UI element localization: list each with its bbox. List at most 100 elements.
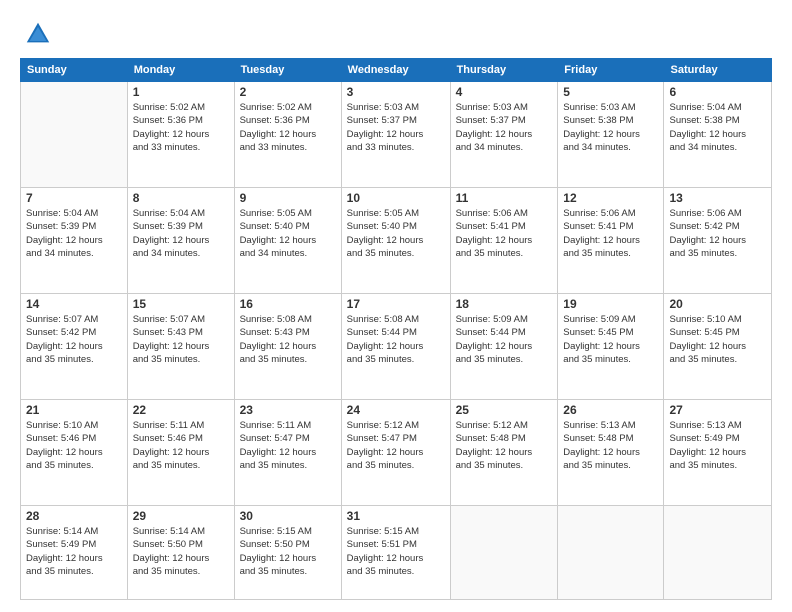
calendar-cell: 22Sunrise: 5:11 AM Sunset: 5:46 PM Dayli… [127, 400, 234, 506]
day-number: 17 [347, 297, 445, 311]
calendar-cell: 29 Sunrise: 5:14 AM Sunset: 5:50 PM Dayli… [127, 506, 234, 600]
day-number: 25 [456, 403, 553, 417]
header-thursday: Thursday [450, 59, 558, 82]
logo-icon [24, 20, 52, 48]
day-number: 14 [26, 297, 122, 311]
day-number: 1 [133, 85, 229, 99]
header [20, 16, 772, 48]
day-number: 28 [26, 509, 122, 523]
calendar-cell: 26 Sunrise: 5:13 AM Sunset: 5:48 PM Dayli… [558, 400, 664, 506]
calendar-cell: 10 Sunrise: 5:05 AM Sunset: 5:40 PM Dayli… [341, 188, 450, 294]
calendar-cell: 11 Sunrise: 5:06 AM Sunset: 5:41 PM Dayli… [450, 188, 558, 294]
calendar-cell: 12 Sunrise: 5:06 AM Sunset: 5:41 PM Dayli… [558, 188, 664, 294]
day-number: 10 [347, 191, 445, 205]
day-number: 6 [669, 85, 766, 99]
day-info: Sunrise: 5:09 AM Sunset: 5:44 PM Dayligh… [456, 313, 553, 366]
day-number: 5 [563, 85, 658, 99]
day-info: Sunrise: 5:14 AM Sunset: 5:50 PM Dayligh… [133, 525, 229, 578]
day-info: Sunrise: 5:02 AM Sunset: 5:36 PM Dayligh… [240, 101, 336, 154]
day-number: 29 [133, 509, 229, 523]
day-number: 21 [26, 403, 122, 417]
calendar-cell: 30Sunrise: 5:15 AM Sunset: 5:50 PM Dayli… [234, 506, 341, 600]
day-info: Sunrise: 5:07 AM Sunset: 5:42 PM Dayligh… [26, 313, 122, 366]
day-number: 3 [347, 85, 445, 99]
day-number: 15 [133, 297, 229, 311]
calendar-cell: 17 Sunrise: 5:08 AM Sunset: 5:44 PM Dayli… [341, 294, 450, 400]
header-friday: Friday [558, 59, 664, 82]
calendar-cell: 7 Sunrise: 5:04 AM Sunset: 5:39 PM Daylig… [21, 188, 128, 294]
logo [20, 20, 52, 48]
day-info: Sunrise: 5:13 AM Sunset: 5:49 PM Dayligh… [669, 419, 766, 472]
day-info: Sunrise: 5:10 AM Sunset: 5:45 PM Dayligh… [669, 313, 766, 366]
calendar-cell [664, 506, 772, 600]
day-info: Sunrise: 5:05 AM Sunset: 5:40 PM Dayligh… [240, 207, 336, 260]
calendar-cell [450, 506, 558, 600]
day-info: Sunrise: 5:04 AM Sunset: 5:39 PM Dayligh… [26, 207, 122, 260]
day-info: Sunrise: 5:02 AM Sunset: 5:36 PM Dayligh… [133, 101, 229, 154]
calendar-cell: 3 Sunrise: 5:03 AM Sunset: 5:37 PM Daylig… [341, 82, 450, 188]
day-info: Sunrise: 5:06 AM Sunset: 5:41 PM Dayligh… [456, 207, 553, 260]
day-number: 24 [347, 403, 445, 417]
calendar-header-row: SundayMondayTuesdayWednesdayThursdayFrid… [21, 59, 772, 82]
calendar-cell [558, 506, 664, 600]
day-number: 4 [456, 85, 553, 99]
calendar-cell: 21 Sunrise: 5:10 AM Sunset: 5:46 PM Dayli… [21, 400, 128, 506]
calendar-cell: 23Sunrise: 5:11 AM Sunset: 5:47 PM Dayli… [234, 400, 341, 506]
calendar-cell: 28 Sunrise: 5:14 AM Sunset: 5:49 PM Dayli… [21, 506, 128, 600]
calendar-cell: 4 Sunrise: 5:03 AM Sunset: 5:37 PM Daylig… [450, 82, 558, 188]
day-number: 11 [456, 191, 553, 205]
calendar-table: SundayMondayTuesdayWednesdayThursdayFrid… [20, 58, 772, 600]
calendar-cell: 13Sunrise: 5:06 AM Sunset: 5:42 PM Dayli… [664, 188, 772, 294]
day-info: Sunrise: 5:15 AM Sunset: 5:51 PM Dayligh… [347, 525, 445, 578]
day-number: 19 [563, 297, 658, 311]
day-info: Sunrise: 5:07 AM Sunset: 5:43 PM Dayligh… [133, 313, 229, 366]
day-number: 2 [240, 85, 336, 99]
day-info: Sunrise: 5:08 AM Sunset: 5:43 PM Dayligh… [240, 313, 336, 366]
day-info: Sunrise: 5:10 AM Sunset: 5:46 PM Dayligh… [26, 419, 122, 472]
day-info: Sunrise: 5:03 AM Sunset: 5:37 PM Dayligh… [456, 101, 553, 154]
calendar-cell: 1 Sunrise: 5:02 AM Sunset: 5:36 PM Daylig… [127, 82, 234, 188]
header-monday: Monday [127, 59, 234, 82]
header-tuesday: Tuesday [234, 59, 341, 82]
day-info: Sunrise: 5:06 AM Sunset: 5:42 PM Dayligh… [669, 207, 766, 260]
calendar-week-3: 21 Sunrise: 5:10 AM Sunset: 5:46 PM Dayli… [21, 400, 772, 506]
calendar-cell: 5 Sunrise: 5:03 AM Sunset: 5:38 PM Daylig… [558, 82, 664, 188]
day-info: Sunrise: 5:14 AM Sunset: 5:49 PM Dayligh… [26, 525, 122, 578]
day-info: Sunrise: 5:05 AM Sunset: 5:40 PM Dayligh… [347, 207, 445, 260]
day-info: Sunrise: 5:04 AM Sunset: 5:39 PM Dayligh… [133, 207, 229, 260]
calendar-cell: 27 Sunrise: 5:13 AM Sunset: 5:49 PM Dayli… [664, 400, 772, 506]
calendar-cell: 6 Sunrise: 5:04 AM Sunset: 5:38 PM Daylig… [664, 82, 772, 188]
day-number: 16 [240, 297, 336, 311]
header-sunday: Sunday [21, 59, 128, 82]
calendar-cell: 9 Sunrise: 5:05 AM Sunset: 5:40 PM Daylig… [234, 188, 341, 294]
day-info: Sunrise: 5:03 AM Sunset: 5:38 PM Dayligh… [563, 101, 658, 154]
day-number: 31 [347, 509, 445, 523]
day-number: 26 [563, 403, 658, 417]
day-info: Sunrise: 5:15 AM Sunset: 5:50 PM Dayligh… [240, 525, 336, 578]
day-info: Sunrise: 5:12 AM Sunset: 5:48 PM Dayligh… [456, 419, 553, 472]
calendar-cell: 31 Sunrise: 5:15 AM Sunset: 5:51 PM Dayli… [341, 506, 450, 600]
day-info: Sunrise: 5:04 AM Sunset: 5:38 PM Dayligh… [669, 101, 766, 154]
day-number: 27 [669, 403, 766, 417]
day-info: Sunrise: 5:12 AM Sunset: 5:47 PM Dayligh… [347, 419, 445, 472]
day-number: 20 [669, 297, 766, 311]
day-number: 9 [240, 191, 336, 205]
page: SundayMondayTuesdayWednesdayThursdayFrid… [0, 0, 792, 612]
calendar-cell: 25 Sunrise: 5:12 AM Sunset: 5:48 PM Dayli… [450, 400, 558, 506]
calendar-cell: 24 Sunrise: 5:12 AM Sunset: 5:47 PM Dayli… [341, 400, 450, 506]
day-number: 7 [26, 191, 122, 205]
calendar-week-0: 1 Sunrise: 5:02 AM Sunset: 5:36 PM Daylig… [21, 82, 772, 188]
day-info: Sunrise: 5:06 AM Sunset: 5:41 PM Dayligh… [563, 207, 658, 260]
calendar-cell: 19 Sunrise: 5:09 AM Sunset: 5:45 PM Dayli… [558, 294, 664, 400]
header-wednesday: Wednesday [341, 59, 450, 82]
day-info: Sunrise: 5:08 AM Sunset: 5:44 PM Dayligh… [347, 313, 445, 366]
calendar-week-4: 28 Sunrise: 5:14 AM Sunset: 5:49 PM Dayli… [21, 506, 772, 600]
calendar-cell: 8Sunrise: 5:04 AM Sunset: 5:39 PM Daylig… [127, 188, 234, 294]
calendar-cell: 16 Sunrise: 5:08 AM Sunset: 5:43 PM Dayli… [234, 294, 341, 400]
day-number: 23 [240, 403, 336, 417]
calendar-cell: 14 Sunrise: 5:07 AM Sunset: 5:42 PM Dayli… [21, 294, 128, 400]
day-info: Sunrise: 5:03 AM Sunset: 5:37 PM Dayligh… [347, 101, 445, 154]
day-info: Sunrise: 5:09 AM Sunset: 5:45 PM Dayligh… [563, 313, 658, 366]
day-info: Sunrise: 5:13 AM Sunset: 5:48 PM Dayligh… [563, 419, 658, 472]
day-number: 12 [563, 191, 658, 205]
